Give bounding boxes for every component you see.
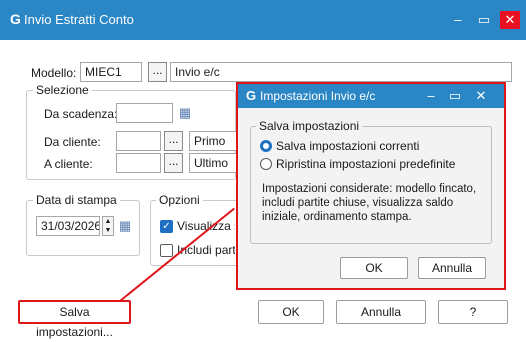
data-stampa-field[interactable]: 31/03/2026	[36, 216, 100, 236]
ripristina-predefinite-radio[interactable]	[260, 158, 272, 170]
a-cliente-desc-field[interactable]: Ultimo	[189, 153, 237, 173]
ok-button[interactable]: OK	[258, 300, 324, 324]
opzioni-group-title: Opzioni	[156, 193, 203, 207]
modello-description-field[interactable]: Invio e/c	[170, 62, 512, 82]
maximize-button[interactable]: ▭	[474, 11, 494, 29]
dialog-title: Impostazioni Invio e/c	[260, 89, 376, 103]
dialog-annulla-button[interactable]: Annulla	[418, 257, 486, 279]
dialog-minimize-button[interactable]: –	[422, 87, 440, 105]
da-cliente-desc-field[interactable]: Primo	[189, 131, 237, 151]
scadenza-label: Da scadenza:	[44, 107, 118, 121]
a-cliente-field[interactable]	[116, 153, 161, 173]
dialog-close-button[interactable]: ✕	[472, 87, 490, 105]
visualizza-saldo-checkbox[interactable]: ✓	[160, 220, 173, 233]
a-cliente-browse-button[interactable]: ...	[164, 153, 183, 173]
dialog-group-title: Salva impostazioni	[256, 119, 363, 133]
da-cliente-label: Da cliente:	[44, 135, 101, 149]
includi-partite-checkbox[interactable]	[160, 244, 173, 257]
close-button[interactable]: ✕	[500, 11, 520, 29]
calendar-icon[interactable]: ▦	[178, 105, 192, 121]
dialog-info-text: Impostazioni considerate: modello fincat…	[262, 183, 477, 223]
help-button[interactable]: ?	[438, 300, 508, 324]
a-cliente-label: A cliente:	[44, 157, 93, 171]
modello-code-field[interactable]: MIEC1	[80, 62, 142, 82]
dialog-logo-icon: G	[246, 88, 257, 103]
da-cliente-browse-button[interactable]: ...	[164, 131, 183, 151]
minimize-button[interactable]: –	[448, 11, 468, 29]
salva-impostazioni-button[interactable]: Salva impostazioni...	[18, 300, 131, 339]
salva-correnti-radio[interactable]	[260, 140, 272, 152]
window-title: Invio Estratti Conto	[24, 12, 134, 27]
app-logo-icon: G	[10, 11, 21, 27]
data-stampa-group-title: Data di stampa	[33, 193, 120, 207]
spinner-icon[interactable]: ▲ ▼	[102, 216, 114, 236]
scadenza-field[interactable]	[116, 103, 173, 123]
dialog-ok-button[interactable]: OK	[340, 257, 408, 279]
dialog-maximize-button[interactable]: ▭	[446, 87, 464, 105]
da-cliente-field[interactable]	[116, 131, 161, 151]
calendar-icon[interactable]: ▦	[118, 218, 132, 234]
annulla-button[interactable]: Annulla	[336, 300, 426, 324]
main-titlebar: G Invio Estratti Conto – ▭ ✕	[0, 0, 526, 40]
ripristina-predefinite-label: Ripristina impostazioni predefinite	[276, 157, 456, 171]
modello-browse-button[interactable]: ...	[148, 62, 167, 82]
selezione-group-title: Selezione	[33, 83, 92, 97]
impostazioni-dialog: G Impostazioni Invio e/c – ▭ ✕ Salva imp…	[236, 82, 506, 290]
dialog-titlebar: G Impostazioni Invio e/c – ▭ ✕	[238, 84, 504, 108]
salva-correnti-label: Salva impostazioni correnti	[276, 139, 420, 153]
modello-label: Modello:	[31, 66, 77, 80]
